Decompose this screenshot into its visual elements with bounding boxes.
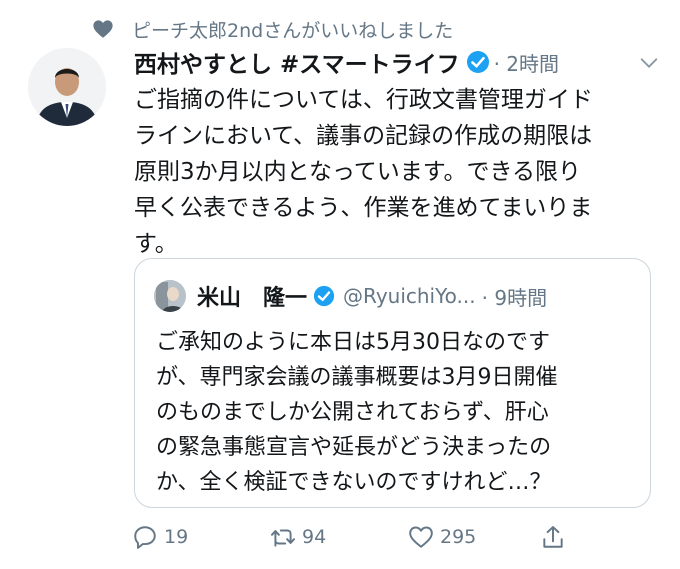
retweet-icon [270, 529, 296, 547]
quoted-text-line: か、全く検証できないのですけれど…？ [156, 470, 552, 495]
verified-badge-icon [313, 285, 335, 307]
tweet-text: ご指摘の件については、行政文書管理ガイド ラインにおいて、議事の記録の作成の期限… [134, 82, 660, 262]
reply-icon [134, 526, 156, 549]
quoted-header: 米山 隆一 @RyuichiYo... · 9時間 [197, 279, 547, 313]
share-icon [543, 526, 563, 548]
chevron-down-icon[interactable] [638, 52, 660, 74]
tweet-timestamp[interactable]: · 2時間 [494, 48, 559, 77]
heart-icon [93, 20, 113, 38]
like-count: 295 [440, 526, 477, 548]
heart-outline-icon [409, 526, 433, 548]
quoted-author-avatar [154, 280, 186, 312]
quoted-text-line: のものまでしか公開されておらず、肝心 [156, 400, 549, 425]
reply-button[interactable]: 19 [132, 524, 188, 550]
tweet-header: 西村やすとし #スマートライフ · 2時間 [134, 44, 559, 80]
tweet-text-line: ご指摘の件については、行政文書管理ガイド [134, 87, 593, 113]
tweet-text-line: す。 [134, 231, 178, 257]
quoted-author-name: 米山 隆一 [197, 286, 308, 311]
quoted-timestamp: · 9時間 [481, 285, 548, 310]
quoted-tweet-text: ご承知のように本日は5月30日なのです が、専門家会議の議事概要は3月9日開催 … [156, 325, 636, 500]
quoted-tweet[interactable]: 米山 隆一 @RyuichiYo... · 9時間 ご承知のように本日は5月30… [134, 258, 651, 508]
retweet-button[interactable]: 94 [270, 524, 326, 550]
action-bar: 19 94 295 [0, 524, 680, 556]
author-name[interactable]: 西村やすとし #スマートライフ [134, 45, 460, 79]
tweet-text-line: ラインにおいて、議事の記録の作成の期限は [134, 123, 593, 149]
like-button[interactable]: 295 [408, 524, 476, 550]
quoted-text-line: が、専門家会議の議事概要は3月9日開催 [156, 365, 558, 390]
quoted-text-line: の緊急事態宣言や延長がどう決まったの [156, 435, 552, 460]
reply-count: 19 [164, 526, 189, 548]
quoted-author-handle: @RyuichiYo... [343, 284, 476, 308]
retweet-count: 94 [302, 526, 327, 548]
tweet-text-line: 早く公表できるよう、作業を進めてまいりま [134, 195, 593, 221]
share-button[interactable] [540, 524, 572, 550]
tweet-text-line: 原則3か月以内となっています。できる限り [134, 159, 582, 185]
social-context-text: ピーチ太郎2ndさんがいいねしました [132, 19, 454, 42]
verified-badge-icon [466, 51, 489, 73]
social-context: ピーチ太郎2ndさんがいいねしました [92, 14, 453, 44]
quoted-text-line: ご承知のように本日は5月30日なのです [156, 330, 550, 355]
author-avatar[interactable] [28, 48, 106, 126]
